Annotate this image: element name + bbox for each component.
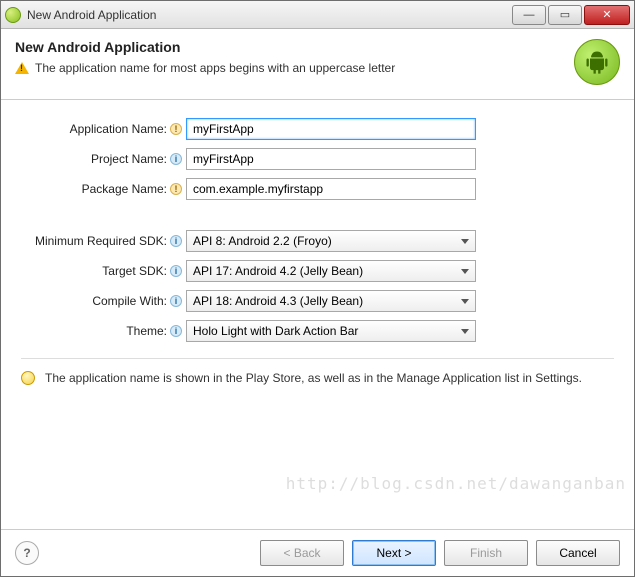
compile-with-label: Compile With: i (21, 294, 186, 308)
window-controls: — ▭ ✕ (510, 5, 630, 25)
minimize-button[interactable]: — (512, 5, 546, 25)
min-sdk-label: Minimum Required SDK: i (21, 234, 186, 248)
info-icon: i (170, 153, 182, 165)
divider (21, 358, 614, 359)
android-logo-icon (574, 39, 620, 85)
info-icon: i (170, 265, 182, 277)
form-grid: Application Name: ! Project Name: i Pack… (21, 118, 614, 342)
min-sdk-select[interactable]: API 8: Android 2.2 (Froyo) (186, 230, 476, 252)
theme-select[interactable]: Holo Light with Dark Action Bar (186, 320, 476, 342)
app-icon (5, 7, 21, 23)
app-name-label: Application Name: ! (21, 122, 186, 136)
chevron-down-icon (461, 299, 469, 304)
chevron-down-icon (461, 329, 469, 334)
info-icon: i (170, 325, 182, 337)
warning-text: The application name for most apps begin… (35, 61, 395, 75)
close-button[interactable]: ✕ (584, 5, 630, 25)
package-name-input[interactable] (186, 178, 476, 200)
dialog-header: New Android Application The application … (1, 29, 634, 100)
compile-with-select[interactable]: API 18: Android 4.3 (Jelly Bean) (186, 290, 476, 312)
dialog-title: New Android Application (15, 39, 574, 55)
target-sdk-label: Target SDK: i (21, 264, 186, 278)
hint-row: The application name is shown in the Pla… (21, 369, 614, 387)
next-button[interactable]: Next > (352, 540, 436, 566)
back-button[interactable]: < Back (260, 540, 344, 566)
dialog-window: New Android Application — ▭ ✕ New Androi… (0, 0, 635, 577)
titlebar: New Android Application — ▭ ✕ (1, 1, 634, 29)
project-name-input[interactable] (186, 148, 476, 170)
target-sdk-select[interactable]: API 17: Android 4.2 (Jelly Bean) (186, 260, 476, 282)
theme-label: Theme: i (21, 324, 186, 338)
app-name-input[interactable] (186, 118, 476, 140)
warning-badge-icon: ! (170, 123, 182, 135)
dialog-footer: ? < Back Next > Finish Cancel (1, 529, 634, 576)
info-icon: i (170, 235, 182, 247)
watermark: http://blog.csdn.net/dawanganban (286, 474, 626, 493)
project-name-label: Project Name: i (21, 152, 186, 166)
chevron-down-icon (461, 269, 469, 274)
finish-button[interactable]: Finish (444, 540, 528, 566)
package-name-label: Package Name: ! (21, 182, 186, 196)
warning-icon (15, 62, 29, 74)
chevron-down-icon (461, 239, 469, 244)
dialog-content: Application Name: ! Project Name: i Pack… (1, 100, 634, 529)
lightbulb-icon (21, 371, 35, 385)
warning-badge-icon: ! (170, 183, 182, 195)
window-title: New Android Application (27, 8, 510, 22)
help-button[interactable]: ? (15, 541, 39, 565)
maximize-button[interactable]: ▭ (548, 5, 582, 25)
header-text: New Android Application The application … (15, 39, 574, 75)
info-icon: i (170, 295, 182, 307)
warning-row: The application name for most apps begin… (15, 61, 574, 75)
cancel-button[interactable]: Cancel (536, 540, 620, 566)
hint-text: The application name is shown in the Pla… (45, 369, 582, 387)
